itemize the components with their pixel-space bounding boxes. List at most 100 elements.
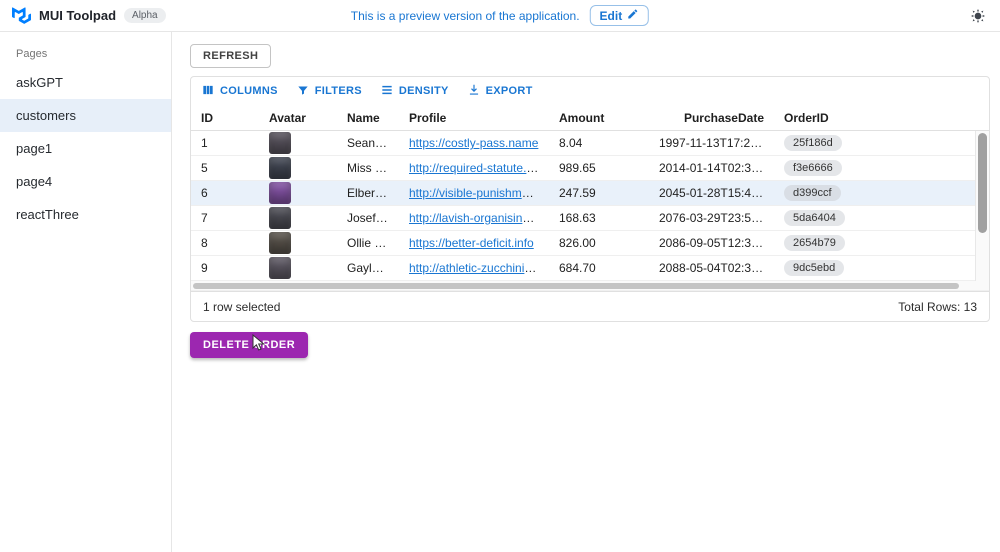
theme-toggle-button[interactable] [968,6,988,26]
preview-banner: This is a preview version of the applica… [351,5,649,26]
cell-name: Sean Harris [337,136,399,150]
delete-order-button[interactable]: DELETE ORDER [190,332,308,358]
columns-button[interactable]: COLUMNS [201,83,278,100]
total-rows-status: Total Rows: 13 [898,300,977,314]
order-id-chip: 5da6404 [784,210,845,226]
sidebar: Pages askGPT customers page1 page4 react… [0,32,172,552]
sidebar-item-customers[interactable]: customers [0,99,171,132]
cell-amount: 247.59 [549,186,649,200]
view-columns-icon [201,83,215,100]
edit-button[interactable]: Edit [590,5,650,26]
cell-purchase-date: 2086-09-05T12:37:27.015Z [649,236,774,250]
order-id-chip: 2654b79 [784,235,845,251]
top-app-bar: MUI Toolpad Alpha This is a preview vers… [0,0,1000,32]
alpha-badge: Alpha [124,8,166,23]
horizontal-scrollbar-thumb[interactable] [193,283,959,289]
cell-amount: 8.04 [549,136,649,150]
export-button[interactable]: EXPORT [467,83,533,100]
cell-id: 8 [191,236,259,250]
table-row[interactable]: 1 Sean Harris https://costly-pass.name 8… [191,131,989,156]
table-row[interactable]: 5 Miss Juan ... http://required-statute.… [191,156,989,181]
cell-profile: https://costly-pass.name [399,136,549,150]
avatar [269,157,291,179]
cell-avatar [259,257,337,279]
density-button[interactable]: DENSITY [380,83,449,100]
table-row[interactable]: 8 Ollie Green... https://better-deficit.… [191,231,989,256]
avatar [269,132,291,154]
avatar [269,232,291,254]
cell-id: 1 [191,136,259,150]
filter-funnel-icon [296,83,310,100]
preview-text: This is a preview version of the applica… [351,9,580,23]
columns-button-label: COLUMNS [220,85,278,97]
vertical-scrollbar[interactable] [975,131,989,281]
avatar [269,207,291,229]
sidebar-section-label: Pages [0,40,171,66]
cell-amount: 989.65 [549,161,649,175]
cell-order-id: 9dc5ebd [774,260,989,276]
cell-purchase-date: 2088-05-04T02:31:03.294Z [649,261,774,275]
cell-profile: http://visible-punishment.net [399,186,549,200]
table-row-selected[interactable]: 6 Elbert McL... http://visible-punishmen… [191,181,989,206]
app-title: MUI Toolpad [39,8,116,23]
cell-avatar [259,182,337,204]
cell-purchase-date: 1997-11-13T17:24:11.769Z [649,136,774,150]
cell-profile: http://required-statute.org [399,161,549,175]
density-lines-icon [380,83,394,100]
pencil-icon [627,8,639,23]
cell-purchase-date: 2045-01-28T15:40:06.325Z [649,186,774,200]
profile-link[interactable]: http://lavish-organising.name [409,211,549,225]
header-avatar[interactable]: Avatar [259,111,337,125]
header-amount[interactable]: Amount [549,111,649,125]
brand: MUI Toolpad Alpha [12,7,166,24]
sidebar-item-page1[interactable]: page1 [0,132,171,165]
grid-footer: 1 row selected Total Rows: 13 [191,291,989,321]
cell-id: 7 [191,211,259,225]
cell-id: 9 [191,261,259,275]
rows-selected-status: 1 row selected [203,300,280,314]
header-order-id[interactable]: OrderID [774,111,989,125]
profile-link[interactable]: http://athletic-zucchini.org [409,261,545,275]
horizontal-scrollbar[interactable] [191,281,989,291]
header-profile[interactable]: Profile [399,111,549,125]
table-row[interactable]: 7 Josefina P... http://lavish-organising… [191,206,989,231]
cell-name: Miss Juan ... [337,161,399,175]
sidebar-item-askgpt[interactable]: askGPT [0,66,171,99]
header-id[interactable]: ID [191,111,259,125]
cell-profile: http://athletic-zucchini.org [399,261,549,275]
cell-amount: 168.63 [549,211,649,225]
cell-amount: 826.00 [549,236,649,250]
cell-order-id: d399ccf [774,185,989,201]
cell-order-id: 25f186d [774,135,989,151]
profile-link[interactable]: http://visible-punishment.net [409,186,549,200]
table-header-row: ID Avatar Name Profile Amount PurchaseDa… [191,105,989,131]
grid-toolbar: COLUMNS FILTERS DENSITY EXPORT [191,77,989,105]
cell-avatar [259,232,337,254]
export-button-label: EXPORT [486,85,533,97]
cell-id: 5 [191,161,259,175]
cell-avatar [259,157,337,179]
cell-purchase-date: 2076-03-29T23:51:07.968Z [649,211,774,225]
sidebar-item-reactthree[interactable]: reactThree [0,198,171,231]
main-content: REFRESH COLUMNS FILTERS DENSITY [172,32,1000,552]
filters-button[interactable]: FILTERS [296,83,362,100]
cell-order-id: 5da6404 [774,210,989,226]
order-id-chip: 9dc5ebd [784,260,844,276]
cell-name: Elbert McL... [337,186,399,200]
profile-link[interactable]: https://better-deficit.info [409,236,534,250]
avatar [269,182,291,204]
table-row[interactable]: 9 Gayle Den... http://athletic-zucchini.… [191,256,989,281]
cell-profile: https://better-deficit.info [399,236,549,250]
profile-link[interactable]: https://costly-pass.name [409,136,538,150]
vertical-scrollbar-thumb[interactable] [978,133,987,233]
sidebar-item-page4[interactable]: page4 [0,165,171,198]
cell-avatar [259,132,337,154]
header-name[interactable]: Name [337,111,399,125]
cell-order-id: f3e6666 [774,160,989,176]
header-purchase-date[interactable]: PurchaseDate [649,111,774,125]
refresh-button[interactable]: REFRESH [190,44,271,68]
data-grid: COLUMNS FILTERS DENSITY EXPORT [190,76,990,322]
profile-link[interactable]: http://required-statute.org [409,161,544,175]
app-window: MUI Toolpad Alpha This is a preview vers… [0,0,1000,552]
cell-name: Ollie Green... [337,236,399,250]
